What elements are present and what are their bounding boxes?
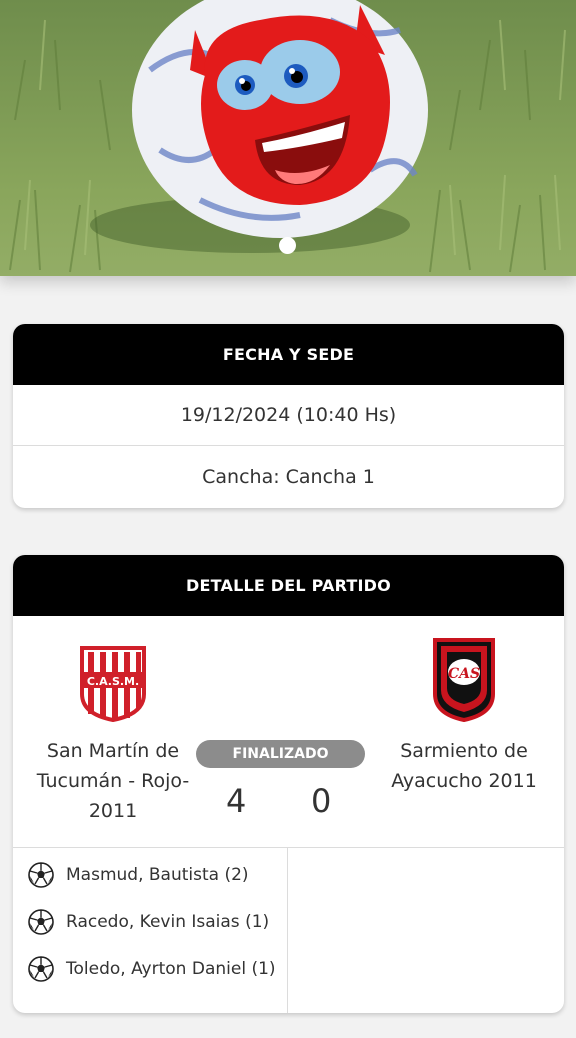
- match-venue: Cancha: Cancha 1: [202, 465, 375, 488]
- match-datetime: 19/12/2024 (10:40 Hs): [13, 385, 564, 446]
- home-scorer-item: Masmud, Bautista (2): [28, 860, 249, 890]
- scorers-section: Masmud, Bautista (2) Racedo, Kevin Isaia…: [13, 848, 564, 1013]
- match-detail-card: DETALLE DEL PARTIDO C.A.S.M. San Martín …: [13, 555, 564, 1013]
- home-score: 4: [226, 782, 247, 820]
- soccer-ball-icon: [28, 862, 54, 888]
- scorer-name: Racedo, Kevin Isaias (1): [66, 912, 270, 932]
- scorer-name: Toledo, Ayrton Daniel (1): [66, 959, 276, 979]
- away-team-name: Sarmiento de Ayacucho 2011: [391, 740, 537, 792]
- carousel-dot[interactable]: [279, 237, 296, 254]
- svg-text:C.A.S.M.: C.A.S.M.: [87, 675, 139, 688]
- home-scorer-item: Racedo, Kevin Isaias (1): [28, 907, 269, 937]
- hero-banner: [0, 0, 576, 276]
- away-score: 0: [311, 782, 332, 820]
- svg-text:CAS: CAS: [448, 666, 480, 682]
- scorer-name: Masmud, Bautista (2): [66, 865, 249, 885]
- home-team-name: San Martín de Tucumán - Rojo- 2011: [36, 740, 190, 822]
- match-detail-header: DETALLE DEL PARTIDO: [13, 555, 564, 616]
- away-team-crest-icon: CAS: [433, 638, 495, 723]
- date-venue-card: FECHA Y SEDE 19/12/2024 (10:40 Hs) Canch…: [13, 324, 564, 508]
- home-team-crest-icon: C.A.S.M.: [80, 646, 146, 722]
- hero-photo: [9, 0, 566, 273]
- soccer-ball-icon: [28, 909, 54, 935]
- soccer-ball-icon: [28, 956, 54, 982]
- match-status-badge: FINALIZADO: [196, 740, 365, 768]
- date-venue-header: FECHA Y SEDE: [13, 324, 564, 385]
- match-summary: C.A.S.M. San Martín de Tucumán - Rojo- 2…: [13, 616, 564, 848]
- home-scorer-item: Toledo, Ayrton Daniel (1): [28, 954, 276, 984]
- scorers-divider: [287, 848, 288, 1013]
